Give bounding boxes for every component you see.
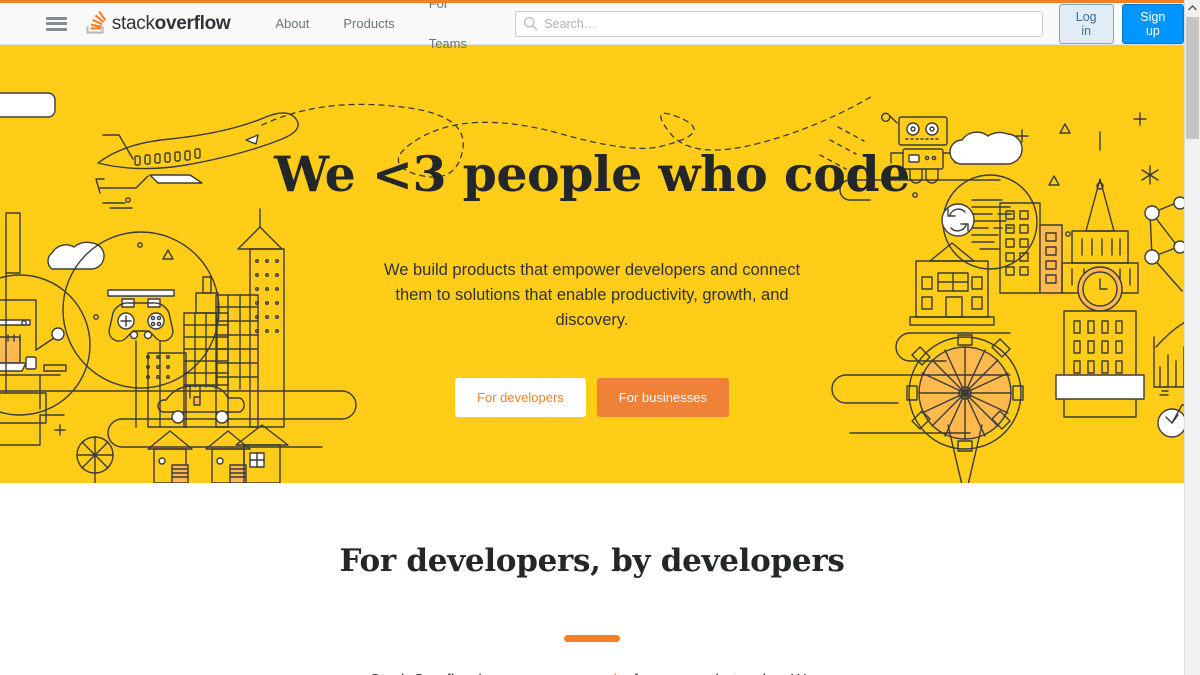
nav-item-about[interactable]: About: [258, 4, 326, 44]
page-scrollbar[interactable]: [1184, 0, 1200, 675]
scrollbar-up-arrow[interactable]: [1185, 0, 1200, 16]
hero-content: We <3 people who code We build products …: [0, 45, 1184, 483]
search-input[interactable]: [515, 10, 1043, 37]
log-in-button[interactable]: Log in: [1058, 3, 1114, 44]
nav-item-products[interactable]: Products: [326, 4, 411, 44]
for-businesses-button[interactable]: For businesses: [596, 377, 729, 417]
site-header: stackoverflow About Products For Teams L…: [0, 0, 1185, 51]
for-developers-section: For developers, by developers Stack Over…: [0, 483, 1184, 675]
top-accent-strip: [0, 0, 1184, 3]
auth-buttons: Log in Sign up: [1058, 3, 1185, 44]
logo-wordmark: stackoverflow: [112, 14, 231, 33]
logo-text-light: stack: [111, 13, 155, 34]
section-body: Stack Overflow is an open community for …: [361, 669, 823, 675]
hero-title: We <3 people who code: [274, 145, 910, 203]
stack-overflow-logo[interactable]: stackoverflow: [83, 10, 231, 37]
section-title: For developers, by developers: [339, 543, 845, 579]
logo-text-bold: overflow: [154, 13, 231, 34]
hamburger-menu-icon[interactable]: [46, 16, 67, 32]
section-divider: [564, 634, 620, 642]
hero-subtitle: We build products that empower developer…: [383, 260, 801, 329]
hero-section: We <3 people who code We build products …: [0, 45, 1184, 483]
chevron-up-icon: [1188, 5, 1197, 11]
search-container: [515, 10, 1043, 37]
sign-up-button[interactable]: Sign up: [1121, 3, 1185, 44]
primary-nav: About Products For Teams: [258, 0, 493, 64]
for-developers-button[interactable]: For developers: [455, 377, 586, 417]
nav-item-for-teams[interactable]: For Teams: [412, 0, 494, 64]
hero-cta-group: For developers For businesses: [455, 377, 729, 417]
page-root: stackoverflow About Products For Teams L…: [0, 0, 1200, 675]
scrollbar-thumb[interactable]: [1186, 17, 1199, 139]
stack-overflow-logo-icon: [83, 10, 107, 37]
